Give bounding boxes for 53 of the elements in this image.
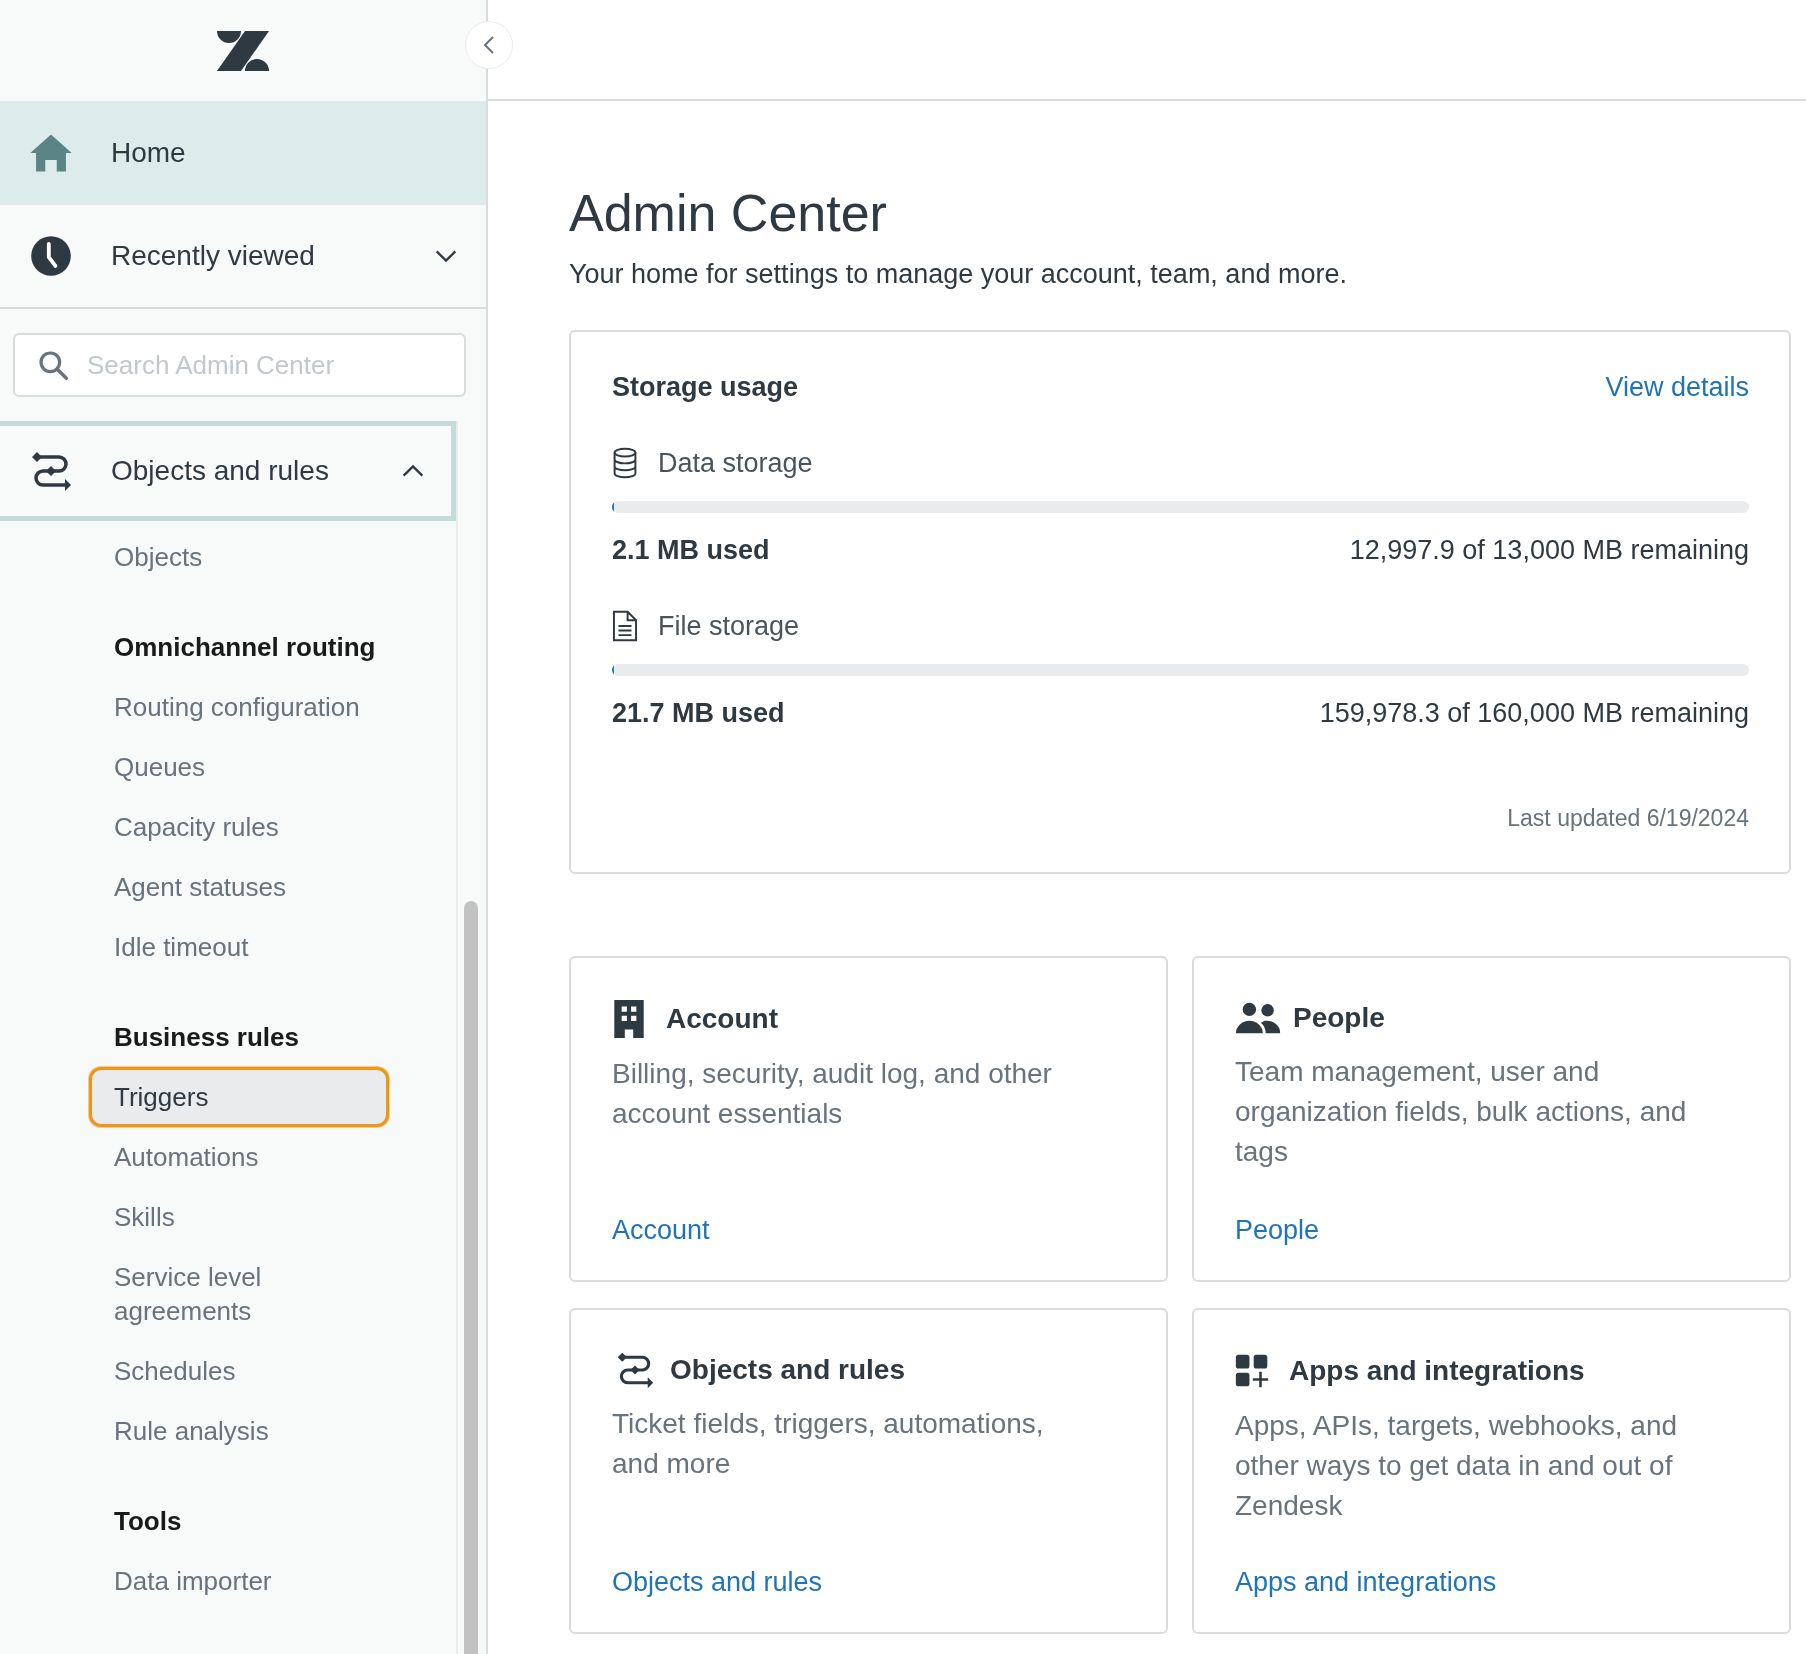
meter-label: Data storage (658, 447, 813, 479)
page-title: Admin Center (569, 183, 888, 244)
nav-item[interactable]: Recently viewed (0, 205, 486, 309)
nav-link[interactable]: Objects (89, 527, 228, 587)
nav-link[interactable]: Rule analysis (89, 1401, 294, 1461)
database-icon (612, 447, 638, 479)
document-icon (612, 610, 638, 642)
nav-link[interactable]: Agent statuses (89, 857, 311, 917)
card-link[interactable]: Apps and integrations (1235, 1567, 1719, 1598)
used-amount: 21.7 MB used (612, 698, 785, 729)
chevron-icon (434, 249, 458, 263)
last-updated-text: Last updated 6/19/2024 (1506, 805, 1749, 832)
card-description: Ticket fields, triggers, automations, and more (612, 1407, 1045, 1481)
card-title: Apps and integrations (1289, 1355, 1585, 1387)
nav-item[interactable]: Home (0, 101, 486, 205)
card-title: Objects and rules (670, 1354, 905, 1386)
card-title: Account (666, 1003, 778, 1035)
card-description: Billing, security, audit log, and other account essentials (612, 1057, 1053, 1131)
used-amount: 2.1 MB used (612, 535, 770, 566)
page-subtitle: Your home for settings to manage your account, team, and more. (569, 259, 1348, 290)
nav-link[interactable]: Capacity rules (89, 797, 304, 857)
building-icon (612, 998, 646, 1040)
remaining-amount: 159,978.3 of 160,000 MB remaining (1319, 698, 1749, 729)
remaining-amount: 12,997.9 of 13,000 MB remaining (1349, 535, 1749, 566)
nav-group-heading: Tools (114, 1505, 182, 1538)
chevron-left-icon (483, 35, 495, 55)
card-description: Apps, APIs, targets, webhooks, and other ways to get data in and out of Zendesk (1235, 1409, 1679, 1523)
collapse-button[interactable] (465, 21, 513, 69)
nav-link[interactable]: Automations (89, 1127, 284, 1187)
nav-link[interactable]: Service level agreements (89, 1247, 389, 1341)
search-field[interactable]: Search Admin Center (13, 333, 466, 397)
card-description: Team management, user and organization fields, bulk actions, and tags (1235, 1055, 1688, 1169)
nav-link[interactable]: Skills (89, 1187, 200, 1247)
nav-section-header[interactable]: Objects and rules (0, 421, 456, 521)
card-title: Storage usage (612, 372, 799, 403)
scrollbar[interactable] (464, 901, 478, 1654)
meter-label: File storage (658, 610, 800, 642)
nav-group-heading: Business rules (114, 1021, 299, 1054)
nav-link[interactable]: Data importer (89, 1551, 297, 1611)
nav-link[interactable]: Idle timeout (89, 917, 274, 977)
nav-group-heading: Omnichannel routing (114, 631, 376, 664)
nav-link[interactable]: Triggers (89, 1067, 389, 1127)
card-link[interactable]: Objects and rules (612, 1567, 1096, 1598)
clock-icon (28, 234, 74, 278)
nav-link[interactable]: Routing configuration (89, 677, 385, 737)
logo-icon (216, 30, 270, 71)
card-title: People (1293, 1002, 1385, 1034)
nav-link[interactable]: Queues (89, 737, 231, 797)
card-link[interactable]: Account (612, 1215, 1096, 1246)
nav-link[interactable]: Schedules (89, 1341, 261, 1401)
card-link[interactable]: People (1235, 1215, 1719, 1246)
view-details-link[interactable]: View details (1605, 372, 1749, 403)
chevron-icon (401, 464, 425, 478)
